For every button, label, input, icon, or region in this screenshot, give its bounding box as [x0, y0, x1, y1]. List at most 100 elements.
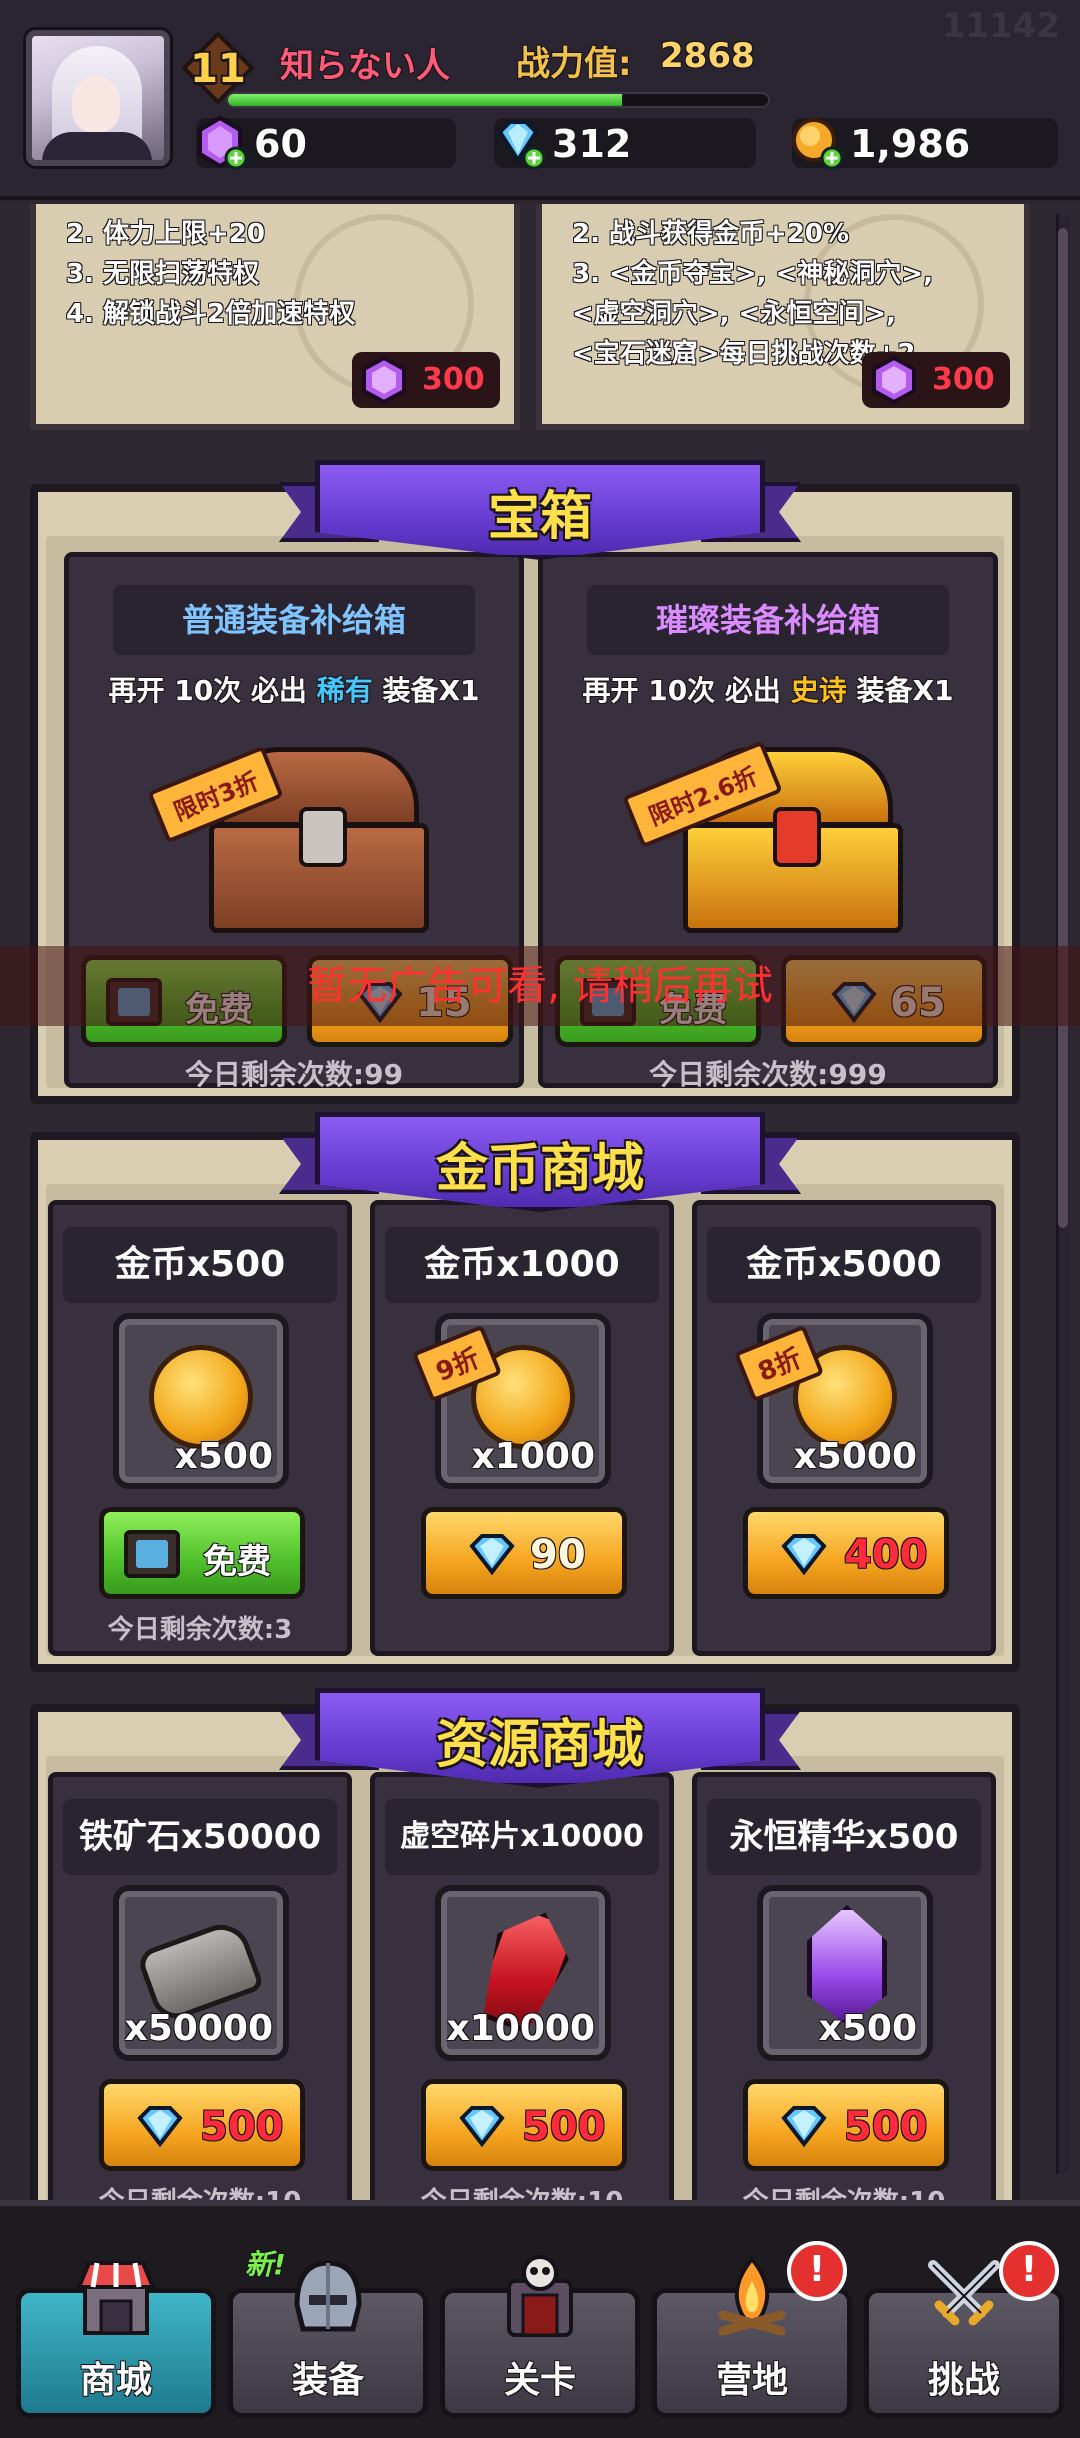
- gold-item-box: 8折 x5000: [733, 1313, 933, 1489]
- vip-card-left: 2. 体力上限+20 3. 无限扫荡特权 4. 解锁战斗2倍加速特权 300: [30, 204, 520, 430]
- vip-left-buy-button[interactable]: 300: [352, 352, 500, 408]
- resource-item-box: x10000: [435, 1885, 611, 2061]
- player-name: 知らない人: [280, 46, 450, 86]
- gold-item-title: 金币x1000: [385, 1227, 659, 1303]
- shiny-chest-image: 限时2.6折: [622, 740, 903, 937]
- gold-item-card: 金币x1000 9折 x1000 90: [370, 1200, 674, 1656]
- common-chest-image: 限时3折: [147, 745, 429, 937]
- vip-left-line: 4. 解锁战斗2倍加速特权: [66, 299, 356, 329]
- helmet-icon: [294, 2260, 362, 2332]
- resource-item-buy-button[interactable]: 500: [99, 2079, 305, 2171]
- resource-item-buy-button[interactable]: 500: [743, 2079, 949, 2171]
- tab-stages[interactable]: 关卡: [440, 2255, 640, 2418]
- vip-right-price: 300: [932, 362, 995, 397]
- gold-coin-icon: [149, 1345, 253, 1449]
- diamond-count: 312: [552, 122, 632, 166]
- shop-icon: [76, 2261, 156, 2335]
- skull-gate-icon: [507, 2255, 573, 2337]
- vip-card-right: 2. 战斗获得金币+20% 3. <金币夺宝>, <神秘洞穴>, <虚空洞穴>,…: [536, 204, 1030, 430]
- vip-right-line: 3. <金币夺宝>, <神秘洞穴>,: [572, 259, 933, 289]
- gold-item-title: 金币x500: [63, 1227, 337, 1303]
- gem-count: 60: [254, 122, 307, 166]
- gold-item-box: x500: [113, 1313, 289, 1489]
- gold-item-buy-button[interactable]: 90: [421, 1507, 627, 1599]
- gold-item-card: 金币x500 x500 免费 今日剩余次数:3: [48, 1200, 352, 1656]
- common-chest-remaining: 今日剩余次数:99: [184, 1058, 404, 1091]
- toast-message: 暂无广告可看, 请稍后再试: [0, 946, 1080, 1026]
- level-badge: 11: [181, 31, 255, 105]
- resource-item-card: 虚空碎片x10000 x10000 500 今日剩余次数:10: [370, 1772, 674, 2200]
- resource-item-card: 铁矿石x50000 x50000 500 今日剩余次数:10: [48, 1772, 352, 2200]
- vip-left-line: 3. 无限扫荡特权: [66, 259, 260, 289]
- bottom-navigation: 商城 新! 装备 关卡 ! 营地 ! 挑战: [0, 2200, 1080, 2438]
- resource-shop-banner: 资源商城: [279, 1688, 801, 1806]
- diamond-icon: [469, 1534, 515, 1576]
- player-avatar[interactable]: [26, 30, 170, 166]
- shiny-chest-guarantee: 再开 10次 必出 史诗 装备X1: [582, 674, 954, 707]
- resource-item-remaining: 今日剩余次数:10: [697, 2181, 991, 2200]
- gem-counter[interactable]: 60: [196, 115, 456, 170]
- resource-shop-title: 资源商城: [435, 1715, 644, 1775]
- gold-count: 1,986: [850, 122, 971, 166]
- chest-section-title: 宝箱: [487, 487, 592, 547]
- diamond-icon: [137, 2106, 183, 2148]
- tab-label: 装备: [291, 2360, 364, 2401]
- common-chest-guarantee: 再开 10次 必出 稀有 装备X1: [108, 674, 480, 707]
- campfire-icon: [718, 2255, 786, 2336]
- shiny-chest-title: 璀璨装备补给箱: [587, 585, 949, 655]
- vip-left-price: 300: [422, 362, 485, 397]
- resource-item-title: 虚空碎片x10000: [385, 1799, 659, 1875]
- level-number: 11: [190, 46, 246, 92]
- gold-item-card: 金币x5000 8折 x5000 400: [692, 1200, 996, 1656]
- gold-shop-title: 金币商城: [435, 1139, 644, 1199]
- tv-ad-icon: [124, 1530, 180, 1578]
- gold-coin-plus-icon: [792, 118, 844, 170]
- diamond-icon: [781, 2106, 827, 2148]
- gold-item-remaining: 今日剩余次数:3: [107, 1615, 293, 1645]
- gold-counter[interactable]: 1,986: [792, 118, 1058, 170]
- vip-right-line: <虚空洞穴>, <永恒空间>,: [572, 299, 896, 329]
- diamond-plus-icon: [497, 120, 546, 170]
- tab-shop[interactable]: 商城: [16, 2261, 216, 2418]
- resource-item-remaining: 今日剩余次数:10: [375, 2181, 669, 2200]
- tab-label: 商城: [79, 2360, 152, 2401]
- gold-shop-banner: 金币商城: [279, 1112, 801, 1230]
- tab-label: 营地: [715, 2360, 788, 2401]
- vip-left-line: 2. 体力上限+20: [66, 219, 265, 249]
- power-label: 战力值:: [516, 44, 632, 84]
- eternal-essence-icon: [807, 1905, 887, 2025]
- tab-label: 关卡: [503, 2360, 576, 2401]
- shop-scroll-area[interactable]: 2. 体力上限+20 3. 无限扫荡特权 4. 解锁战斗2倍加速特权 300 2…: [0, 204, 1080, 2200]
- resource-item-box: x500: [757, 1885, 933, 2061]
- new-badge: 新!: [245, 2248, 286, 2281]
- diamond-counter[interactable]: 312: [494, 118, 756, 170]
- vip-right-line: 2. 战斗获得金币+20%: [572, 219, 850, 249]
- resource-item-title: 永恒精华x500: [707, 1799, 981, 1875]
- power-value: 2868: [660, 36, 755, 76]
- resource-item-title: 铁矿石x50000: [63, 1799, 337, 1875]
- shiny-chest-remaining: 今日剩余次数:999: [649, 1058, 887, 1091]
- vip-right-buy-button[interactable]: 300: [862, 352, 1010, 408]
- resource-item-buy-button[interactable]: 500: [421, 2079, 627, 2171]
- resource-item-box: x50000: [113, 1885, 289, 2061]
- gold-item-buy-button[interactable]: 400: [743, 1507, 949, 1599]
- purple-gem-icon: [362, 355, 406, 405]
- diamond-icon: [459, 2106, 505, 2148]
- xp-progress-bar: [226, 92, 770, 108]
- resource-item-card: 永恒精华x500 x500 500 今日剩余次数:10: [692, 1772, 996, 2200]
- common-chest-title: 普通装备补给箱: [113, 585, 475, 655]
- tab-camp[interactable]: ! 营地: [652, 2241, 852, 2418]
- watermark-id: 11142: [941, 6, 1060, 46]
- tab-challenge[interactable]: ! 挑战: [864, 2241, 1064, 2418]
- purple-gem-icon: [872, 355, 916, 405]
- scrollbar-thumb[interactable]: [1058, 228, 1068, 1228]
- purple-gem-plus-icon: [198, 115, 248, 170]
- tab-equipment[interactable]: 新! 装备: [228, 2248, 428, 2418]
- gold-item-box: 9折 x1000: [411, 1313, 611, 1489]
- tab-label: 挑战: [927, 2360, 1000, 2401]
- xp-progress-fill: [228, 94, 623, 106]
- gold-item-free-button[interactable]: 免费: [99, 1507, 305, 1599]
- diamond-icon: [781, 1534, 827, 1576]
- resource-item-remaining: 今日剩余次数:10: [53, 2181, 347, 2200]
- gold-item-title: 金币x5000: [707, 1227, 981, 1303]
